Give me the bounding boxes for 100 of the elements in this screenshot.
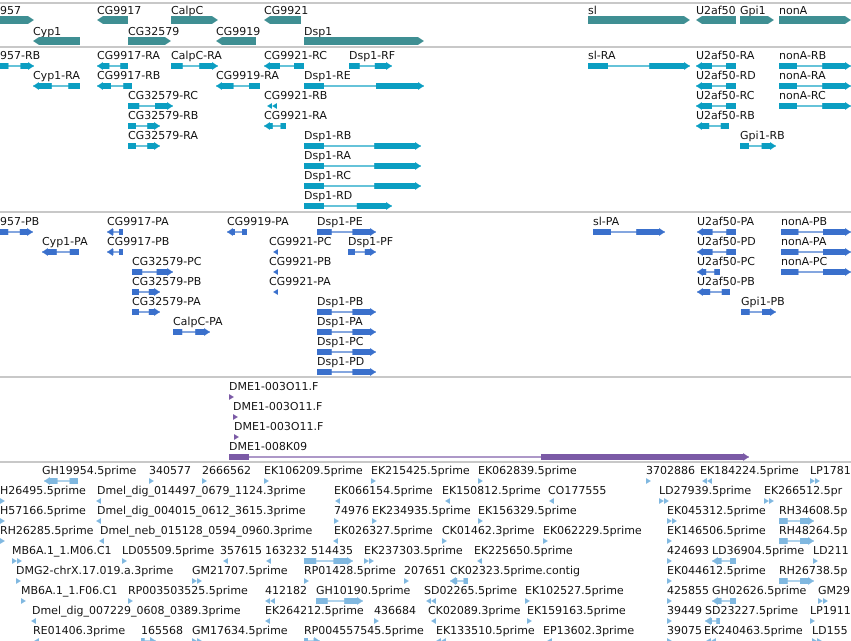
est-glyph[interactable]	[779, 517, 814, 525]
est-glyph[interactable]	[527, 617, 534, 625]
protein-glyph[interactable]	[173, 328, 210, 336]
transcript-glyph[interactable]	[696, 122, 729, 130]
gene-bar[interactable]	[0, 16, 34, 24]
transcript-glyph[interactable]	[304, 202, 392, 210]
est-glyph[interactable]	[192, 577, 203, 585]
gene-bar[interactable]	[304, 37, 424, 45]
est-glyph[interactable]	[667, 597, 673, 605]
protein-glyph[interactable]	[317, 348, 376, 356]
transcript-glyph[interactable]	[216, 82, 260, 90]
protein-glyph[interactable]	[697, 268, 720, 276]
est-glyph[interactable]	[0, 517, 4, 525]
protein-glyph[interactable]	[317, 328, 376, 336]
transcript-glyph[interactable]	[304, 162, 421, 170]
transcript-glyph[interactable]	[696, 82, 736, 90]
est-glyph[interactable]	[97, 497, 101, 505]
protein-glyph[interactable]	[741, 308, 776, 316]
est-glyph[interactable]	[371, 477, 376, 485]
gene-bar[interactable]	[264, 16, 301, 24]
gene-bar[interactable]	[216, 37, 256, 45]
protein-glyph[interactable]	[132, 308, 160, 316]
est-glyph[interactable]	[12, 557, 24, 565]
transcript-glyph[interactable]	[349, 62, 392, 70]
protein-glyph[interactable]	[132, 288, 160, 296]
transcript-glyph[interactable]	[696, 102, 736, 110]
protein-glyph[interactable]	[42, 248, 79, 256]
est-glyph[interactable]	[128, 597, 134, 605]
est-glyph[interactable]	[779, 577, 814, 585]
est-glyph[interactable]	[265, 557, 271, 565]
protein-glyph[interactable]	[781, 248, 851, 256]
transcript-glyph[interactable]	[171, 62, 218, 70]
est-glyph[interactable]	[372, 517, 378, 525]
est-glyph[interactable]	[334, 537, 338, 545]
protein-glyph[interactable]	[107, 248, 123, 256]
transcript-glyph[interactable]	[128, 102, 173, 110]
protein-glyph[interactable]	[317, 368, 376, 376]
protein-glyph[interactable]	[317, 228, 376, 236]
est-glyph[interactable]	[712, 597, 736, 605]
est-glyph[interactable]	[667, 577, 672, 585]
protein-glyph[interactable]	[697, 288, 730, 296]
protein-glyph[interactable]	[227, 228, 247, 236]
est-glyph[interactable]	[712, 557, 736, 565]
protein-glyph[interactable]	[593, 228, 665, 236]
est-glyph[interactable]	[543, 537, 548, 545]
transcript-glyph[interactable]	[264, 122, 286, 130]
gene-bar[interactable]	[97, 16, 128, 24]
est-glyph[interactable]	[705, 617, 720, 625]
est-glyph[interactable]	[667, 557, 672, 565]
transcript-glyph[interactable]	[0, 62, 34, 70]
est-glyph[interactable]	[0, 497, 6, 505]
est-glyph[interactable]	[364, 557, 376, 565]
transcript-glyph[interactable]	[779, 82, 851, 90]
est-glyph[interactable]	[813, 557, 820, 565]
transcript-glyph[interactable]	[304, 82, 424, 90]
est-glyph[interactable]	[265, 617, 270, 625]
est-glyph[interactable]	[334, 497, 340, 505]
est-glyph[interactable]	[265, 597, 275, 605]
est-glyph[interactable]	[44, 477, 78, 485]
est-glyph[interactable]	[810, 617, 814, 625]
est-glyph[interactable]	[100, 537, 104, 545]
est-glyph[interactable]	[149, 477, 156, 485]
gene-bar[interactable]	[588, 16, 690, 24]
protein-glyph[interactable]	[697, 248, 736, 256]
est-glyph[interactable]	[264, 477, 268, 485]
clone-glyph[interactable]	[233, 413, 238, 421]
transcript-glyph[interactable]	[304, 142, 421, 150]
transcript-glyph[interactable]	[779, 62, 851, 70]
est-glyph[interactable]	[548, 497, 554, 505]
est-glyph[interactable]	[97, 517, 101, 525]
est-glyph[interactable]	[316, 597, 363, 605]
protein-glyph[interactable]	[107, 228, 123, 236]
est-glyph[interactable]	[304, 557, 353, 565]
transcript-glyph[interactable]	[97, 62, 128, 70]
transcript-glyph[interactable]	[33, 82, 80, 90]
est-glyph[interactable]	[764, 497, 776, 505]
transcript-glyph[interactable]	[588, 62, 690, 70]
est-glyph[interactable]	[700, 477, 712, 485]
est-glyph[interactable]	[667, 517, 678, 525]
est-glyph[interactable]	[304, 577, 308, 585]
est-glyph[interactable]	[450, 577, 468, 585]
est-glyph[interactable]	[0, 537, 4, 545]
est-glyph[interactable]	[779, 537, 814, 545]
gene-bar[interactable]	[779, 16, 851, 24]
est-glyph[interactable]	[667, 537, 672, 545]
est-glyph[interactable]	[667, 617, 671, 625]
transcript-glyph[interactable]	[696, 62, 736, 70]
est-glyph[interactable]	[525, 597, 531, 605]
gene-bar[interactable]	[33, 37, 80, 45]
transcript-glyph[interactable]	[779, 102, 851, 110]
est-glyph[interactable]	[334, 517, 338, 525]
transcript-glyph[interactable]	[740, 142, 776, 150]
protein-glyph[interactable]	[0, 228, 33, 236]
gene-bar[interactable]	[171, 16, 218, 24]
protein-glyph[interactable]	[697, 228, 736, 236]
est-glyph[interactable]	[122, 557, 126, 565]
est-glyph[interactable]	[202, 477, 206, 485]
protein-glyph[interactable]	[132, 268, 173, 276]
protein-glyph[interactable]	[348, 248, 376, 256]
gene-bar[interactable]	[696, 16, 736, 24]
